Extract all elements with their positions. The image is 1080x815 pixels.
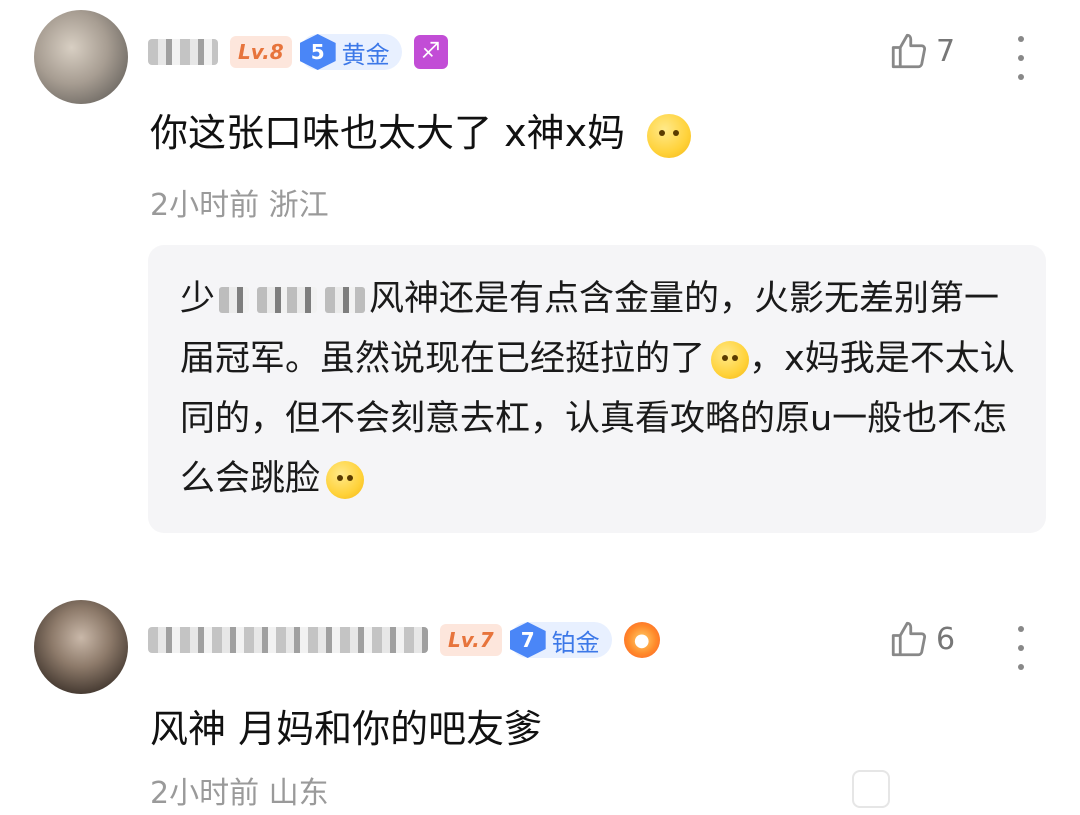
smiley-emoji-icon xyxy=(326,461,365,499)
level-badge: Lv.8 xyxy=(230,36,292,68)
thumbs-up-icon xyxy=(891,621,927,657)
quoted-reply[interactable]: 少风神还是有点含金量的，火影无差别第一届冠军。虽然说现在已经挺拉的了 ，x妈我是不… xyxy=(148,245,1046,533)
comment-text: 你这张口味也太大了 x神x妈 xyxy=(150,102,692,158)
like-count: 6 xyxy=(936,621,956,657)
more-vertical-icon[interactable] xyxy=(1006,36,1036,80)
username-blurred[interactable] xyxy=(148,627,428,653)
blurred-text xyxy=(325,287,366,313)
username-blurred[interactable] xyxy=(148,39,218,65)
rank-badge: 7 铂金 xyxy=(509,622,612,658)
quoted-text: 少风神还是有点含金量的，火影无差别第一届冠军。虽然说现在已经挺拉的了 ，x妈我是不… xyxy=(180,279,1015,499)
smiley-emoji-icon xyxy=(647,113,692,158)
rank-label: 黄金 xyxy=(341,40,390,69)
avatar[interactable] xyxy=(34,10,128,104)
rank-number: 7 xyxy=(509,622,546,658)
rank-badge: 5 黄金 xyxy=(299,34,402,70)
user-info: Lv.8 5 黄金 ♐ xyxy=(148,30,448,74)
more-vertical-icon[interactable] xyxy=(1006,626,1036,670)
like-button[interactable]: 7 xyxy=(888,30,955,72)
rank-label: 铂金 xyxy=(551,628,600,657)
comment-location: 浙江 xyxy=(268,188,329,223)
comment-item: Lv.8 5 黄金 ♐ 7 你这张口味也太大了 x神x妈 2小时前 浙江 少风神… xyxy=(0,0,1080,580)
like-button[interactable]: 6 xyxy=(888,618,955,660)
comment-meta: 2小时前 浙江 xyxy=(150,180,329,224)
like-count: 7 xyxy=(936,33,956,69)
comment-meta: 2小时前 山东 xyxy=(150,768,329,812)
gamepad-icon: ● xyxy=(623,622,660,658)
user-info: Lv.7 7 铂金 ● xyxy=(148,618,660,662)
zodiac-icon: ♐ xyxy=(413,35,448,69)
yummy-emoji-icon xyxy=(711,341,750,379)
comment-location: 山东 xyxy=(268,776,329,811)
blurred-text xyxy=(257,287,318,313)
comment-time: 2小时前 xyxy=(150,188,260,223)
blurred-text xyxy=(219,287,250,313)
comment-item: Lv.7 7 铂金 ● 6 风神 月妈和你的吧友爹 2小时前 山东 xyxy=(0,590,1080,815)
level-badge: Lv.7 xyxy=(440,624,502,656)
comment-time: 2小时前 xyxy=(150,776,260,811)
watermark-icon xyxy=(852,770,890,808)
avatar[interactable] xyxy=(34,600,128,694)
rank-number: 5 xyxy=(299,34,336,70)
comment-text: 风神 月妈和你的吧友爹 xyxy=(150,707,543,751)
thumbs-up-icon xyxy=(891,33,927,69)
